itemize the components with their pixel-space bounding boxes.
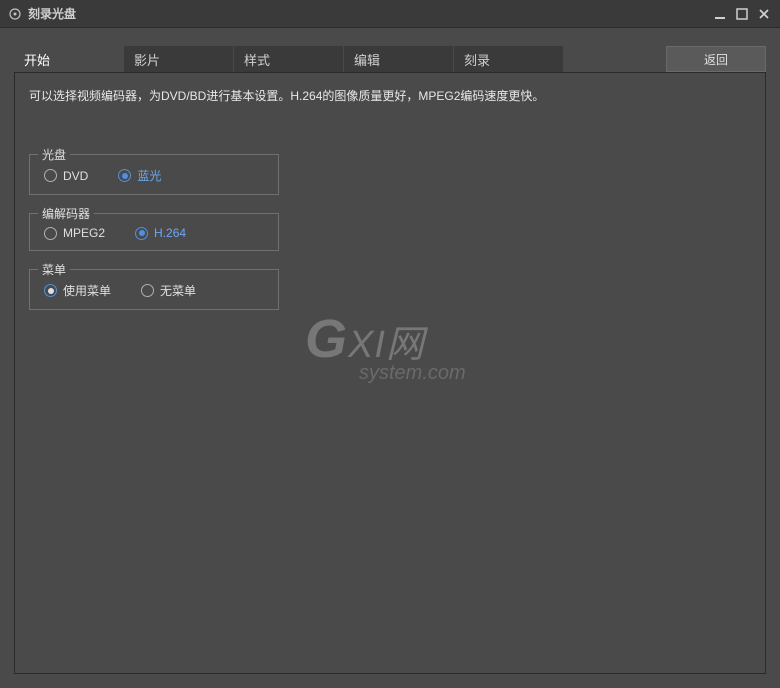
radio-label: 蓝光 (137, 167, 161, 184)
radio-no-menu[interactable]: 无菜单 (141, 282, 196, 299)
description-text: 可以选择视频编码器，为DVD/BD进行基本设置。H.264的图像质量更好，MPE… (29, 87, 751, 104)
radio-icon (44, 169, 57, 182)
radio-icon (44, 227, 57, 240)
radio-label: DVD (63, 169, 88, 183)
radio-row: 使用菜单 无菜单 (44, 282, 264, 299)
radio-label: 使用菜单 (63, 282, 111, 299)
tabs: 开始 影片 样式 编辑 刻录 (14, 46, 666, 72)
tab-burn[interactable]: 刻录 (454, 46, 564, 72)
radio-icon (141, 284, 154, 297)
tab-edit[interactable]: 编辑 (344, 46, 454, 72)
tab-start[interactable]: 开始 (14, 46, 124, 72)
content-area: 开始 影片 样式 编辑 刻录 返回 可以选择视频编码器，为DVD/BD进行基本设… (0, 28, 780, 688)
window-title: 刻录光盘 (28, 5, 712, 22)
watermark-big-letter: G (305, 309, 348, 369)
radio-use-menu[interactable]: 使用菜单 (44, 282, 111, 299)
tab-label: 编辑 (354, 50, 380, 69)
group-disc: 光盘 DVD 蓝光 (29, 154, 279, 195)
watermark-line1: GXI网 (305, 308, 466, 370)
window: 刻录光盘 开始 影片 样式 编辑 刻录 返回 (0, 0, 780, 688)
maximize-button[interactable] (734, 6, 750, 22)
tab-label: 刻录 (464, 50, 490, 69)
radio-label: 无菜单 (160, 282, 196, 299)
radio-dot-icon (122, 173, 128, 179)
tab-label: 开始 (24, 50, 50, 69)
radio-row: MPEG2 H.264 (44, 226, 264, 240)
watermark-line2: system.com (359, 362, 466, 385)
group-disc-legend: 光盘 (38, 146, 70, 163)
radio-label: H.264 (154, 226, 186, 240)
main-panel: 可以选择视频编码器，为DVD/BD进行基本设置。H.264的图像质量更好，MPE… (14, 72, 766, 674)
radio-row: DVD 蓝光 (44, 167, 264, 184)
minimize-button[interactable] (712, 6, 728, 22)
top-row: 开始 影片 样式 编辑 刻录 返回 (14, 46, 766, 72)
radio-mpeg2[interactable]: MPEG2 (44, 226, 105, 240)
radio-icon (135, 227, 148, 240)
app-icon (8, 7, 22, 21)
watermark: GXI网 system.com (305, 308, 466, 385)
back-button-label: 返回 (704, 51, 728, 68)
radio-dot-icon (48, 288, 54, 294)
group-menu-legend: 菜单 (38, 261, 70, 278)
tab-label: 样式 (244, 50, 270, 69)
window-controls (712, 6, 772, 22)
radio-icon (44, 284, 57, 297)
group-codec-legend: 编解码器 (38, 205, 94, 222)
tab-movie[interactable]: 影片 (124, 46, 234, 72)
group-codec: 编解码器 MPEG2 H.264 (29, 213, 279, 251)
tab-label: 影片 (134, 50, 160, 69)
tab-style[interactable]: 样式 (234, 46, 344, 72)
close-button[interactable] (756, 6, 772, 22)
radio-h264[interactable]: H.264 (135, 226, 186, 240)
radio-dvd[interactable]: DVD (44, 169, 88, 183)
radio-icon (118, 169, 131, 182)
group-menu: 菜单 使用菜单 无菜单 (29, 269, 279, 310)
titlebar: 刻录光盘 (0, 0, 780, 28)
radio-label: MPEG2 (63, 226, 105, 240)
back-button[interactable]: 返回 (666, 46, 766, 72)
radio-bluray[interactable]: 蓝光 (118, 167, 161, 184)
tab-spacer (564, 46, 666, 72)
watermark-rest: XI网 (348, 324, 425, 366)
radio-dot-icon (139, 230, 145, 236)
